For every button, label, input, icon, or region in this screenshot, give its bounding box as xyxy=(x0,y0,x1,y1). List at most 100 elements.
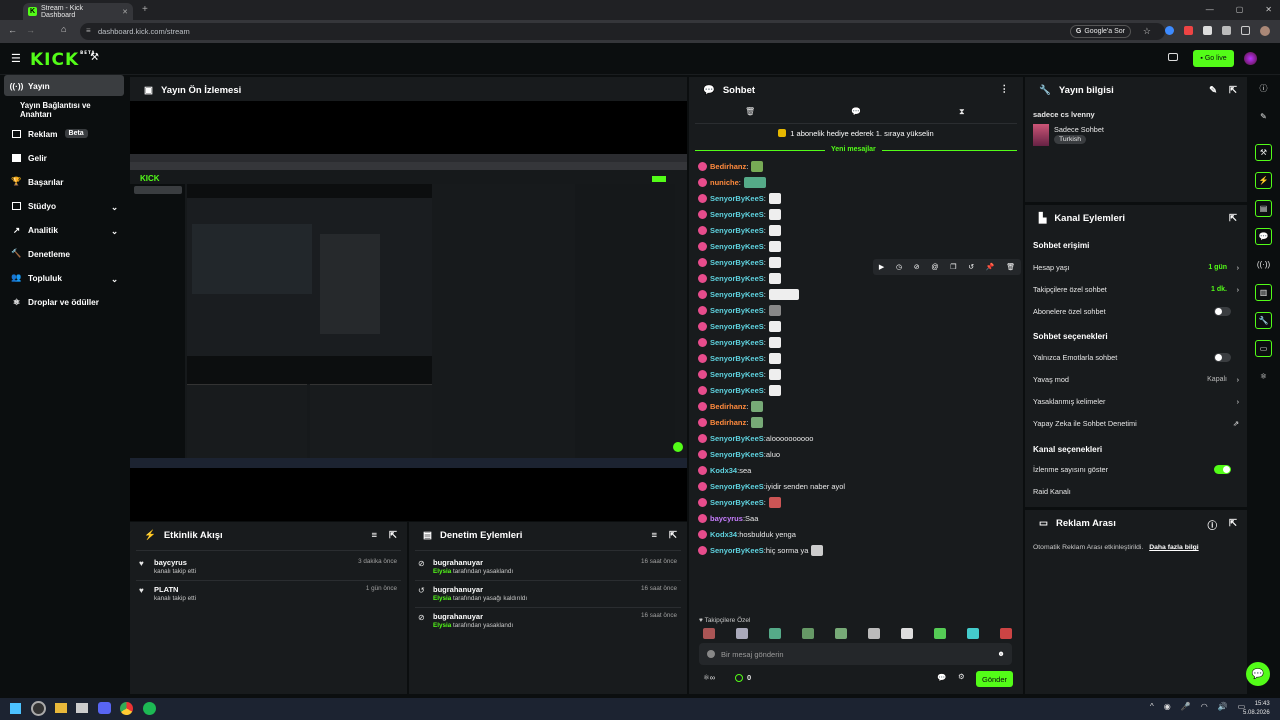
chat-username[interactable]: SenyorByKeeS xyxy=(710,242,764,251)
spotify-icon[interactable] xyxy=(143,702,156,715)
chat-message[interactable]: SenyorByKeeS: iyidir senden naber ayol xyxy=(698,479,845,493)
chat-emote[interactable] xyxy=(768,192,781,204)
broadcast-icon[interactable]: ((·)) xyxy=(1255,256,1272,273)
chat-username[interactable]: Kodx34 xyxy=(710,466,737,475)
chat-message[interactable]: SenyorByKeeS: xyxy=(698,495,781,509)
sidebar-item-community[interactable]: 👥 Topluluk ⌄ xyxy=(4,267,124,288)
chat-emote[interactable] xyxy=(768,240,781,252)
ad-toggle-icon[interactable]: ▭ xyxy=(1255,340,1272,357)
profile-avatar[interactable] xyxy=(1260,26,1270,36)
emote-10[interactable] xyxy=(1000,628,1012,639)
sidebar-item-studio[interactable]: Stüdyo ⌄ xyxy=(4,195,124,216)
delete-icon[interactable]: 🗑 xyxy=(1006,263,1015,271)
sidebar-item-moderation[interactable]: 🔨 Denetleme xyxy=(4,243,124,264)
tray-icon-1[interactable]: ◉ xyxy=(1164,702,1171,711)
moderation-user[interactable]: bugrahanuyar xyxy=(433,558,483,567)
emote-4[interactable] xyxy=(802,628,814,639)
chat-message[interactable]: SenyorByKeeS: xyxy=(698,367,781,381)
chat-mode-icon[interactable]: 💬 xyxy=(851,107,861,116)
moderator-name[interactable]: Elysia xyxy=(433,595,451,602)
chat-username[interactable]: nuniche xyxy=(710,178,739,187)
show-viewers-toggle[interactable] xyxy=(1214,464,1231,474)
chat-message[interactable]: SenyorByKeeS: aluo xyxy=(698,447,780,461)
chat-message[interactable]: Kodx34: sea xyxy=(698,463,751,477)
go-live-button[interactable]: ▪ Go live xyxy=(1193,50,1234,67)
user-avatar[interactable] xyxy=(1244,52,1257,65)
filter-icon[interactable]: ≡ xyxy=(651,530,657,541)
learn-more-link[interactable]: Daha fazla bilgi xyxy=(1149,544,1198,551)
banned-words-row[interactable]: Yasaklanmış kelimeler › xyxy=(1033,392,1239,410)
chat-message[interactable]: baycyrus: Saa xyxy=(698,511,758,525)
chat-message[interactable]: SenyorByKeeS: xyxy=(698,191,781,205)
moderator-name[interactable]: Elysia xyxy=(433,622,451,629)
chat-input[interactable]: Bir mesaj gönderin ☻ xyxy=(699,643,1012,665)
forward-icon[interactable]: → xyxy=(26,25,35,35)
chat-emote[interactable] xyxy=(751,160,764,172)
popout-icon[interactable]: ⇱ xyxy=(669,530,677,541)
dashboard-icon[interactable] xyxy=(1168,53,1178,61)
sub-goal-banner[interactable]: 1 abonelik hediye ederek 1. sıraya yükse… xyxy=(689,126,1023,140)
volume-icon[interactable]: 🔊 xyxy=(1218,702,1228,711)
emoji-icon[interactable]: ☻ xyxy=(997,649,1005,658)
chat-message[interactable]: SenyorByKeeS: xyxy=(698,271,781,285)
clock[interactable]: 15:43 5.08.2026 xyxy=(1243,700,1270,718)
puzzle-icon[interactable] xyxy=(1241,26,1250,35)
google-ask-chip[interactable]: G Google'a Sor xyxy=(1069,25,1131,38)
discord-icon[interactable] xyxy=(98,702,111,714)
popout-icon[interactable]: ⇱ xyxy=(1229,213,1237,224)
windows-start-icon[interactable] xyxy=(10,703,21,714)
emote-2[interactable] xyxy=(736,628,748,639)
emote-7[interactable] xyxy=(901,628,913,639)
chat-emote[interactable] xyxy=(768,368,781,380)
popout-icon[interactable]: ⇱ xyxy=(1229,85,1237,96)
close-window-icon[interactable]: ✕ xyxy=(1265,5,1272,14)
drops-icon[interactable]: ⚛ xyxy=(1255,368,1272,385)
subs-chat-toggle[interactable] xyxy=(1214,306,1231,316)
chat-username[interactable]: baycyrus xyxy=(710,514,743,523)
moderation-user[interactable]: bugrahanuyar xyxy=(433,585,483,594)
chat-username[interactable]: SenyorByKeeS xyxy=(710,226,764,235)
hamburger-menu-icon[interactable]: ☰ xyxy=(11,52,21,65)
activity-toggle-icon[interactable]: ⚒ xyxy=(1255,144,1272,161)
chat-bubble-icon[interactable]: 💬 xyxy=(937,673,946,682)
emote-8[interactable] xyxy=(934,628,946,639)
mention-icon[interactable]: @ xyxy=(931,264,938,271)
file-explorer-icon[interactable] xyxy=(55,703,67,713)
emotes-only-toggle[interactable] xyxy=(1214,352,1231,362)
slow-mode-row[interactable]: Yavaş mod Kapalı › xyxy=(1033,370,1239,388)
chat-emote[interactable] xyxy=(768,496,781,508)
tools-icon[interactable]: ⚒ xyxy=(90,52,99,63)
settings-gear-icon[interactable]: ⚙ xyxy=(958,672,965,681)
bookmark-star-icon[interactable]: ☆ xyxy=(1143,26,1151,37)
chat-message[interactable]: SenyorByKeeS: xyxy=(698,335,781,349)
chat-username[interactable]: SenyorByKeeS xyxy=(710,210,764,219)
popout-icon[interactable]: ⇱ xyxy=(1229,518,1237,532)
chat-message[interactable]: SenyorByKeeS: xyxy=(698,255,781,269)
chat-username[interactable]: SenyorByKeeS xyxy=(710,322,764,331)
emote-9[interactable] xyxy=(967,628,979,639)
maximize-icon[interactable]: ▢ xyxy=(1236,5,1244,14)
chat-message[interactable]: SenyorByKeeS: xyxy=(698,239,781,253)
activity-user[interactable]: PLATN xyxy=(154,585,178,594)
minimize-icon[interactable]: — xyxy=(1206,5,1214,14)
taskbar-app-1[interactable] xyxy=(31,701,46,716)
chat-emote[interactable] xyxy=(751,400,764,412)
help-fab[interactable]: 💬 xyxy=(1246,662,1270,686)
sidebar-item-stream-key[interactable]: Yayın Bağlantısı ve Anahtarı xyxy=(4,99,124,120)
chat-message[interactable]: Bedirhanz: xyxy=(698,415,764,429)
chat-username[interactable]: SenyorByKeeS xyxy=(710,434,764,443)
ban-icon[interactable]: ⊘ xyxy=(914,263,920,271)
copy-icon[interactable]: ❐ xyxy=(950,263,956,271)
chat-message[interactable]: Bedirhanz: xyxy=(698,159,764,173)
chat-message[interactable]: SenyorByKeeS: xyxy=(698,303,781,317)
wifi-icon[interactable]: ◠ xyxy=(1201,702,1208,711)
chat-toggle-icon[interactable]: 💬 xyxy=(1255,228,1272,245)
chat-username[interactable]: SenyorByKeeS xyxy=(710,194,764,203)
followers-chat-row[interactable]: Takipçilere özel sohbet 1 dk. › xyxy=(1033,280,1239,298)
close-tab-icon[interactable]: ✕ xyxy=(122,8,128,16)
emote-3[interactable] xyxy=(769,628,781,639)
chat-username[interactable]: SenyorByKeeS xyxy=(710,370,764,379)
chat-message[interactable]: SenyorByKeeS: aloooooooooo xyxy=(698,431,813,445)
extension-icon-2[interactable] xyxy=(1184,26,1193,35)
timeout-icon[interactable]: ◷ xyxy=(896,263,902,271)
